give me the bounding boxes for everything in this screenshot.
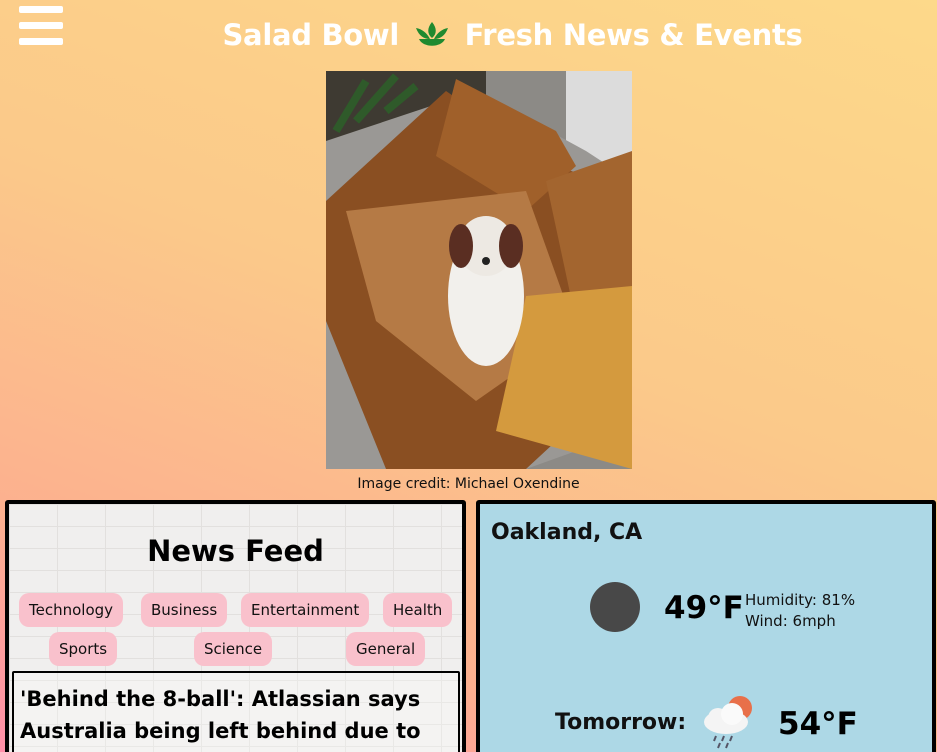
category-science-button[interactable]: Science [194,632,273,666]
article-headline[interactable]: 'Behind the 8-ball': Atlassian says Aust… [20,683,456,752]
site-title-left: Salad Bowl [222,18,400,52]
category-entertainment-button[interactable]: Entertainment [241,593,370,627]
rain-cloud-sun-icon [704,696,752,749]
category-business-button[interactable]: Business [141,593,228,627]
site-title-right: Fresh News & Events [464,18,803,52]
humidity-text: Humidity: 81% [745,591,856,609]
category-technology-button[interactable]: Technology [19,593,124,627]
category-sports-button[interactable]: Sports [49,632,118,666]
hero-image [326,71,632,469]
leaf-bowl-icon [415,22,448,46]
site-title: Salad Bowl Fresh News & Events [0,18,937,52]
category-general-button[interactable]: General [346,632,426,666]
weather-location: Oakland, CA [491,520,643,545]
news-feed-panel: News Feed Technology Business Entertainm… [5,500,466,752]
category-health-button[interactable]: Health [383,593,453,627]
news-feed-title: News Feed [147,534,324,568]
image-credit: Image credit: Michael Oxendine [357,476,580,492]
current-temperature: 49°F [664,590,744,626]
weather-details: Humidity: 81% Wind: 6mph [745,590,855,632]
hamburger-menu-icon [19,6,63,13]
tomorrow-temperature: 54°F [778,706,858,742]
article-card[interactable]: 'Behind the 8-ball': Atlassian says Aust… [12,671,460,752]
weather-panel: Oakland, CA 49°F Humidity: 81% Wind: 6mp… [476,500,936,752]
wind-text: Wind: 6mph [745,612,836,630]
moon-icon [590,582,640,632]
tomorrow-label: Tomorrow: [555,710,687,735]
